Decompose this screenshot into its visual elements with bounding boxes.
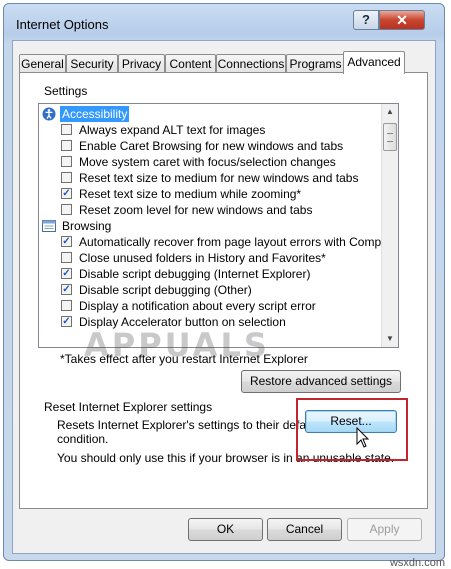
settings-list[interactable]: Accessibility Always expand ALT text for … [38, 103, 399, 348]
tab-content[interactable]: Content [165, 54, 216, 73]
checkbox[interactable] [61, 156, 72, 167]
close-button[interactable]: ✕ [379, 10, 425, 30]
tab-privacy[interactable]: Privacy [118, 54, 165, 73]
checkbox[interactable] [61, 252, 72, 263]
checkbox-checked[interactable]: ✓ [61, 316, 72, 327]
accessibility-icon [42, 107, 56, 121]
scroll-down-icon[interactable]: ▼ [382, 331, 398, 347]
dialog-client-area: General Security Privacy Content Connect… [12, 40, 436, 554]
option-label: Always expand ALT text for images [79, 123, 266, 137]
option-label: Disable script debugging (Other) [79, 283, 252, 297]
mouse-cursor-icon [356, 427, 370, 448]
watermark-logo: APPUALS [84, 326, 270, 364]
settings-scrollbar[interactable]: ▲ ▼ [381, 104, 398, 347]
checkbox-checked[interactable]: ✓ [61, 268, 72, 279]
option-label: Disable script debugging (Internet Explo… [79, 267, 311, 281]
browsing-icon [42, 220, 56, 232]
checkbox-checked[interactable]: ✓ [61, 188, 72, 199]
internet-options-window: Internet Options ? ✕ General Security Pr… [3, 3, 445, 561]
checkbox[interactable] [61, 140, 72, 151]
site-credit: wsxdn.com [389, 557, 445, 569]
category-label: Browsing [62, 219, 112, 233]
option-label: Move system caret with focus/selection c… [79, 155, 336, 169]
restore-advanced-settings-button[interactable]: Restore advanced settings [241, 370, 401, 393]
reset-description-line1: Resets Internet Explorer's settings to t… [57, 418, 319, 432]
checkbox-checked[interactable]: ✓ [61, 284, 72, 295]
option-label: Enable Caret Browsing for new windows an… [79, 139, 344, 153]
window-title: Internet Options [16, 17, 109, 32]
apply-button[interactable]: Apply [347, 518, 422, 541]
tab-security[interactable]: Security [66, 54, 118, 73]
option-label: Automatically recover from page layout e… [79, 235, 388, 249]
checkbox[interactable] [61, 204, 72, 215]
title-bar[interactable]: Internet Options ? ✕ [4, 4, 444, 40]
checkbox[interactable] [61, 172, 72, 183]
help-button[interactable]: ? [353, 10, 379, 30]
tab-programs[interactable]: Programs [286, 54, 345, 73]
settings-group-label: Settings [44, 84, 88, 98]
checkbox-checked[interactable]: ✓ [61, 236, 72, 247]
option-label: Reset text size to medium for new window… [79, 171, 359, 185]
scroll-up-icon[interactable]: ▲ [382, 104, 398, 120]
highlight-box [296, 398, 408, 461]
option-label: Display a notification about every scrip… [79, 299, 316, 313]
scroll-thumb[interactable] [383, 123, 397, 151]
cancel-button[interactable]: Cancel [267, 518, 342, 541]
checkbox[interactable] [61, 124, 72, 135]
checkbox[interactable] [61, 300, 72, 311]
option-label: Reset zoom level for new windows and tab… [79, 203, 313, 217]
tab-general[interactable]: General [19, 54, 66, 73]
option-label: Close unused folders in History and Favo… [79, 251, 326, 265]
tab-advanced[interactable]: Advanced [343, 51, 405, 74]
reset-description-line2: condition. [57, 432, 109, 446]
category-label: Accessibility [60, 106, 130, 122]
tab-connections[interactable]: Connections [216, 54, 286, 73]
option-label: Reset text size to medium while zooming* [79, 187, 302, 201]
reset-group-label: Reset Internet Explorer settings [44, 400, 213, 414]
ok-button[interactable]: OK [188, 518, 263, 541]
